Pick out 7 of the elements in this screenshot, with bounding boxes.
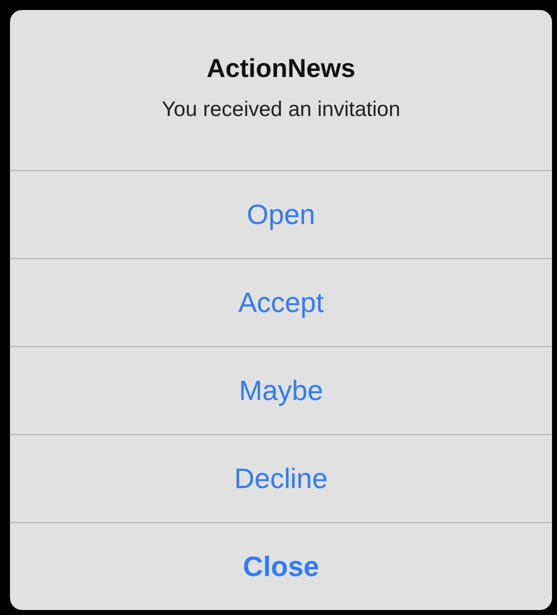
alert-button[interactable]: Maybe xyxy=(10,346,552,434)
alert-button[interactable]: Close xyxy=(10,522,552,610)
alert-title: ActionNews xyxy=(206,52,356,85)
alert-message: You received an invitation xyxy=(162,96,400,123)
alert-button[interactable]: Decline xyxy=(10,434,552,522)
alert-button[interactable]: Accept xyxy=(10,258,552,346)
alert-button[interactable]: Open xyxy=(10,170,552,258)
